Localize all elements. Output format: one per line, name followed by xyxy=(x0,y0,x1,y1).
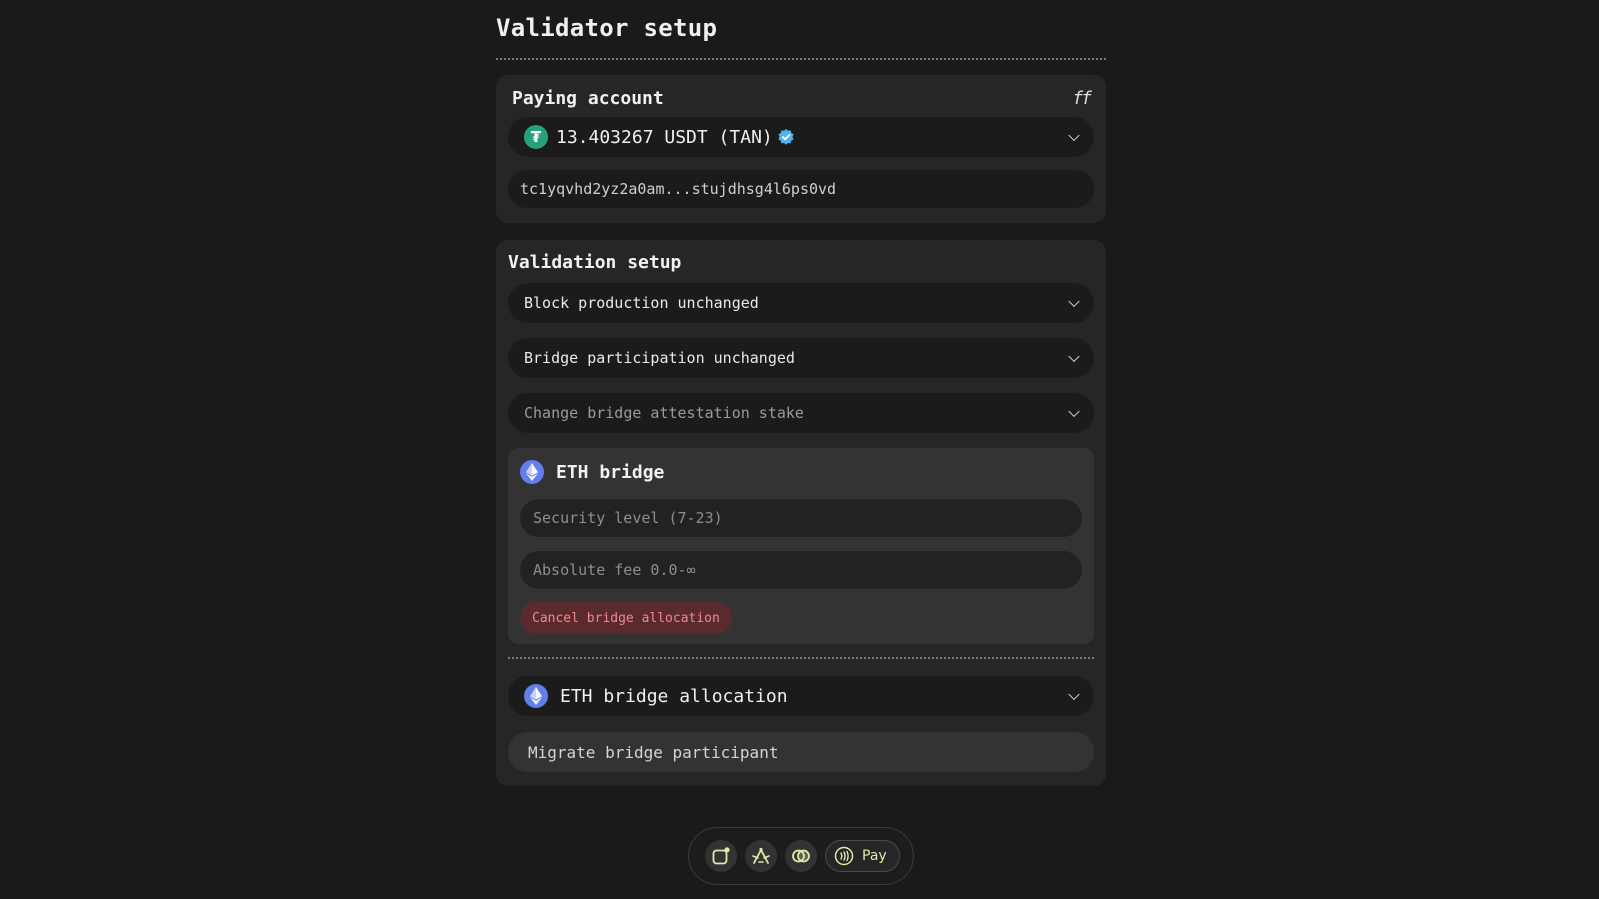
account-address: tc1yqvhd2yz2a0am...stujdhsg4l6ps0vd xyxy=(520,180,837,198)
account-address-field[interactable]: tc1yqvhd2yz2a0am...stujdhsg4l6ps0vd xyxy=(508,170,1094,208)
chevron-down-icon xyxy=(1068,350,1080,363)
ethereum-icon xyxy=(524,684,548,708)
attestation-stake-placeholder: Change bridge attestation stake xyxy=(524,404,804,422)
eth-bridge-title: ETH bridge xyxy=(556,461,665,483)
title-divider xyxy=(496,58,1106,60)
validation-setup-title: Validation setup xyxy=(508,252,682,273)
block-production-select[interactable]: Block production unchanged xyxy=(508,283,1094,323)
tether-icon: ₮ xyxy=(524,125,548,149)
bottom-dock: Pay xyxy=(688,827,914,885)
paying-account-select[interactable]: ₮ 13.403267 USDT (TAN) xyxy=(508,117,1094,157)
section-divider xyxy=(508,657,1094,659)
security-level-input[interactable] xyxy=(531,508,1071,528)
chevron-down-icon xyxy=(1068,405,1080,418)
chevron-down-icon xyxy=(1068,295,1080,308)
bridge-participation-select[interactable]: Bridge participation unchanged xyxy=(508,338,1094,378)
eth-bridge-card: ETH bridge Cancel bridge allocation xyxy=(508,448,1094,644)
network-button[interactable] xyxy=(745,840,777,872)
paying-account-card: Paying account ff ₮ 13.403267 USDT (TAN)… xyxy=(496,75,1106,223)
security-level-field[interactable] xyxy=(520,499,1082,537)
wallet-icon xyxy=(712,847,730,865)
eth-bridge-allocation-label: ETH bridge allocation xyxy=(560,685,788,707)
block-production-value: Block production unchanged xyxy=(524,294,759,312)
page-title: Validator setup xyxy=(496,14,718,42)
pay-button[interactable]: Pay xyxy=(825,840,900,872)
network-icon xyxy=(752,847,770,864)
toggle-icon xyxy=(792,849,810,863)
chevron-down-icon xyxy=(1068,129,1080,142)
contactless-icon xyxy=(834,846,854,866)
eth-bridge-header: ETH bridge xyxy=(520,458,1082,486)
pay-label: Pay xyxy=(862,848,887,864)
ethereum-icon xyxy=(520,460,544,484)
paying-account-header: Paying account ff xyxy=(508,87,1094,109)
migrate-bridge-participant-button[interactable]: Migrate bridge participant xyxy=(508,732,1094,772)
bridge-participation-value: Bridge participation unchanged xyxy=(524,349,795,367)
eth-bridge-allocation-select[interactable]: ETH bridge allocation xyxy=(508,676,1094,716)
account-balance: 13.403267 USDT (TAN) xyxy=(556,126,773,148)
chevron-down-icon xyxy=(1068,688,1080,701)
paying-account-title: Paying account xyxy=(512,87,664,109)
verified-badge-icon xyxy=(778,128,794,145)
validator-setup-panel: Validator setup Paying account ff ₮ 13.4… xyxy=(496,0,1106,786)
cancel-bridge-allocation-button[interactable]: Cancel bridge allocation xyxy=(520,602,732,634)
absolute-fee-input[interactable] xyxy=(531,560,1071,580)
attestation-stake-select[interactable]: Change bridge attestation stake xyxy=(508,393,1094,433)
toggle-button[interactable] xyxy=(785,840,817,872)
absolute-fee-field[interactable] xyxy=(520,551,1082,589)
validation-setup-card: Validation setup Block production unchan… xyxy=(496,240,1106,786)
ff-icon[interactable]: ff xyxy=(1072,88,1092,109)
wallet-button[interactable] xyxy=(705,840,737,872)
